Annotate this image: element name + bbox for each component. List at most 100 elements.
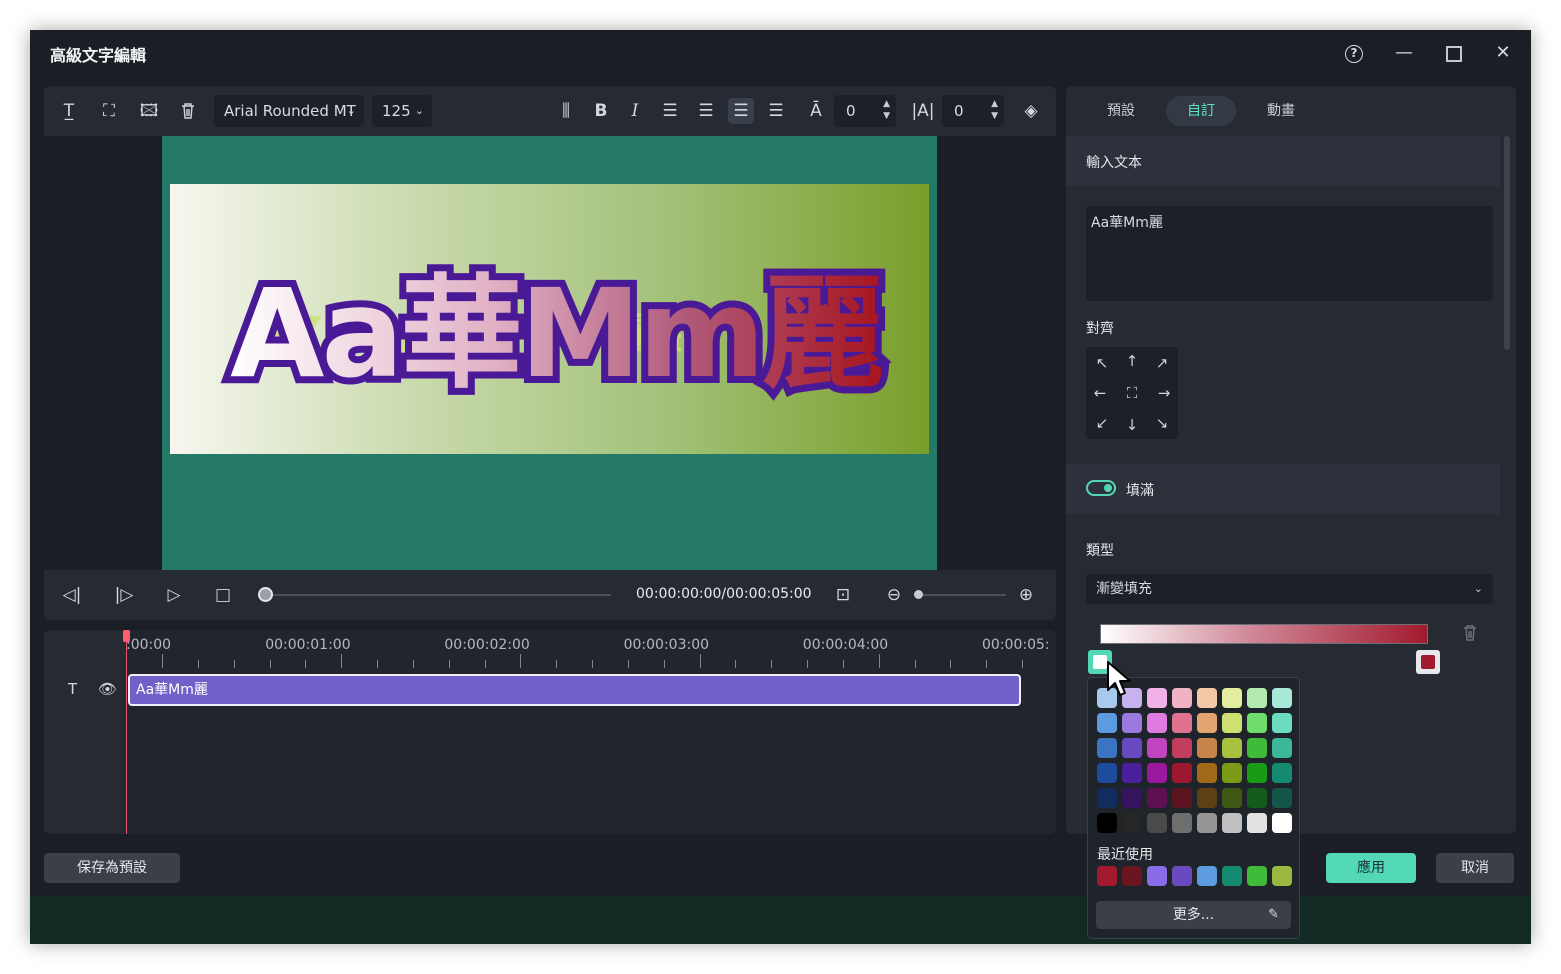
color-swatch[interactable] — [1222, 763, 1242, 783]
align-bottom-left-icon[interactable]: ↙ — [1090, 411, 1114, 435]
color-swatch[interactable] — [1247, 688, 1267, 708]
color-swatch[interactable] — [1197, 763, 1217, 783]
recent-color-swatch[interactable] — [1172, 866, 1192, 886]
recent-color-swatch[interactable] — [1122, 866, 1142, 886]
help-button[interactable]: ? — [1340, 40, 1368, 68]
timeline-track-area[interactable] — [126, 630, 1056, 834]
align-center-icon[interactable]: ⛶ — [1120, 381, 1144, 405]
line-spacing-input[interactable]: 0 ▲ ▼ — [834, 95, 896, 127]
align-right-icon[interactable]: → — [1152, 381, 1176, 405]
color-swatch[interactable] — [1097, 788, 1117, 808]
color-swatch[interactable] — [1272, 738, 1292, 758]
color-swatch[interactable] — [1147, 788, 1167, 808]
color-swatch[interactable] — [1097, 763, 1117, 783]
minimize-button[interactable]: — — [1390, 40, 1418, 68]
eye-icon[interactable]: 👁 — [98, 680, 117, 698]
italic-button[interactable]: I — [622, 98, 648, 124]
stepper-icon[interactable]: ▲ ▼ — [991, 98, 998, 122]
color-swatch[interactable] — [1247, 788, 1267, 808]
color-swatch[interactable] — [1247, 713, 1267, 733]
color-swatch[interactable] — [1097, 713, 1117, 733]
preview-text[interactable]: Aa華Mm麗 — [230, 235, 884, 412]
color-swatch[interactable] — [1097, 813, 1117, 833]
zoom-handle[interactable] — [914, 590, 923, 599]
vertical-text-button[interactable]: ⫼ — [553, 98, 579, 124]
align-center-button[interactable]: ☰ — [728, 98, 754, 124]
panel-scrollbar[interactable] — [1504, 136, 1510, 350]
eyedropper-icon[interactable]: ✎ — [1268, 901, 1279, 929]
color-swatch[interactable] — [1147, 813, 1167, 833]
color-swatch[interactable] — [1197, 688, 1217, 708]
color-swatch[interactable] — [1222, 813, 1242, 833]
zoom-out-button[interactable]: ⊖ — [882, 583, 906, 607]
cancel-button[interactable]: 取消 — [1436, 853, 1514, 883]
color-swatch[interactable] — [1147, 713, 1167, 733]
text-clip[interactable]: Aa華Mm麗 — [128, 674, 1021, 706]
close-button[interactable]: ✕ — [1489, 40, 1517, 68]
progress-handle[interactable] — [258, 587, 273, 602]
add-text-button[interactable]: T̲ — [56, 98, 82, 124]
color-swatch[interactable] — [1247, 763, 1267, 783]
color-swatch[interactable] — [1197, 813, 1217, 833]
fill-toggle[interactable] — [1086, 480, 1116, 496]
color-swatch[interactable] — [1172, 763, 1192, 783]
color-swatch[interactable] — [1147, 763, 1167, 783]
layers-button[interactable]: ◈ — [1018, 98, 1044, 124]
align-top-right-icon[interactable]: ↗ — [1150, 351, 1174, 375]
align-right-button[interactable]: ☰ — [693, 98, 719, 124]
color-swatch[interactable] — [1247, 813, 1267, 833]
color-swatch[interactable] — [1272, 813, 1292, 833]
color-swatch[interactable] — [1122, 738, 1142, 758]
prev-frame-button[interactable]: ◁| — [60, 583, 84, 607]
color-swatch[interactable] — [1272, 763, 1292, 783]
color-swatch[interactable] — [1122, 788, 1142, 808]
color-swatch[interactable] — [1222, 713, 1242, 733]
color-swatch[interactable] — [1122, 763, 1142, 783]
tab-animation[interactable]: 動畫 — [1246, 96, 1316, 126]
color-swatch[interactable] — [1197, 788, 1217, 808]
color-swatch[interactable] — [1222, 788, 1242, 808]
font-family-select[interactable]: Arial Rounded MT ⌄ — [214, 95, 364, 127]
save-preset-button[interactable]: 保存為預設 — [44, 853, 180, 883]
stepper-icon[interactable]: ▲ ▼ — [883, 98, 890, 122]
align-bottom-icon[interactable]: ↓ — [1120, 413, 1144, 437]
color-swatch[interactable] — [1172, 813, 1192, 833]
tab-presets[interactable]: 預設 — [1086, 96, 1156, 126]
bold-button[interactable]: B — [588, 98, 614, 124]
align-left-button[interactable]: ☰ — [657, 98, 683, 124]
transform-button[interactable]: ⛶ — [96, 98, 122, 124]
delete-stop-button[interactable] — [1462, 624, 1478, 646]
color-swatch[interactable] — [1272, 788, 1292, 808]
delete-button[interactable] — [175, 98, 201, 124]
color-swatch[interactable] — [1147, 738, 1167, 758]
align-top-icon[interactable]: ↑ — [1120, 349, 1144, 373]
fit-button[interactable]: ⊡ — [831, 583, 855, 607]
color-swatch[interactable] — [1172, 738, 1192, 758]
align-bottom-right-icon[interactable]: ↘ — [1150, 411, 1174, 435]
play-button[interactable]: ▷ — [162, 583, 186, 607]
next-frame-button[interactable]: |▷ — [112, 583, 136, 607]
gradient-stop-end[interactable] — [1416, 650, 1440, 674]
recent-color-swatch[interactable] — [1097, 866, 1117, 886]
color-swatch[interactable] — [1172, 788, 1192, 808]
color-swatch[interactable] — [1197, 713, 1217, 733]
color-swatch[interactable] — [1272, 713, 1292, 733]
progress-track[interactable] — [266, 594, 611, 596]
color-swatch[interactable] — [1097, 738, 1117, 758]
zoom-in-button[interactable]: ⊕ — [1014, 583, 1038, 607]
recent-color-swatch[interactable] — [1197, 866, 1217, 886]
color-swatch[interactable] — [1222, 738, 1242, 758]
recent-color-swatch[interactable] — [1147, 866, 1167, 886]
color-swatch[interactable] — [1272, 688, 1292, 708]
recent-color-swatch[interactable] — [1247, 866, 1267, 886]
color-swatch[interactable] — [1197, 738, 1217, 758]
justify-button[interactable]: ☰ — [763, 98, 789, 124]
color-swatch[interactable] — [1222, 688, 1242, 708]
color-swatch[interactable] — [1172, 713, 1192, 733]
fill-type-select[interactable]: 漸變填充 ⌄ — [1086, 574, 1493, 604]
maximize-button[interactable] — [1440, 40, 1468, 68]
zoom-slider[interactable] — [918, 594, 1006, 596]
gradient-bar[interactable] — [1100, 624, 1428, 644]
add-image-button[interactable]: 🖾 — [136, 98, 162, 124]
color-swatch[interactable] — [1172, 688, 1192, 708]
